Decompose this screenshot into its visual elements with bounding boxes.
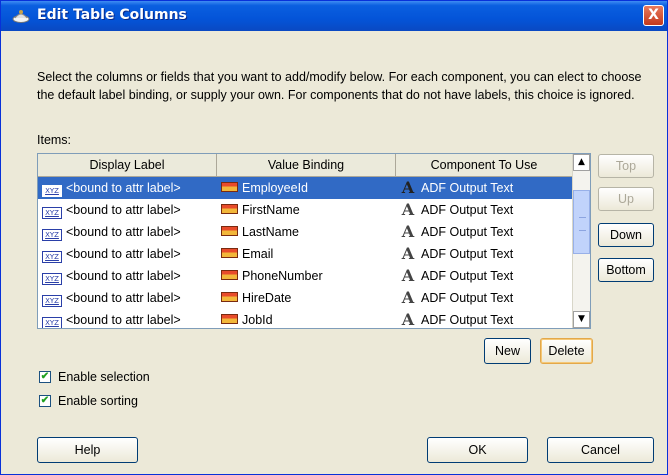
scroll-thumb[interactable] <box>573 190 590 254</box>
scroll-down-arrow-icon[interactable]: ▼ <box>573 311 590 328</box>
items-label: Items: <box>37 133 72 147</box>
adf-component-icon: A <box>401 222 415 241</box>
header-value-binding[interactable]: Value Binding <box>217 154 396 176</box>
component-cell[interactable]: ADF Output Text <box>421 313 513 327</box>
move-down-button[interactable]: Down <box>598 223 654 247</box>
table-row[interactable]: XYZ <bound to attr label> PhoneNumber A AD… <box>38 265 573 287</box>
enable-selection-label: Enable selection <box>58 370 150 384</box>
table-row[interactable]: XYZ <bound to attr label> LastName A ADF O… <box>38 221 573 243</box>
value-binding-cell[interactable]: EmployeeId <box>242 181 308 195</box>
vertical-scrollbar[interactable]: ▲ ▼ <box>572 154 590 328</box>
move-top-button[interactable]: Top <box>598 154 654 178</box>
value-binding-cell[interactable]: FirstName <box>242 203 300 217</box>
columns-table[interactable]: Display Label Value Binding Component To… <box>37 153 591 329</box>
table-header: Display Label Value Binding Component To… <box>38 154 573 177</box>
display-label-cell[interactable]: <bound to attr label> <box>66 313 181 327</box>
xyz-icon: XYZ <box>42 295 62 307</box>
component-cell[interactable]: ADF Output Text <box>421 291 513 305</box>
display-label-cell[interactable]: <bound to attr label> <box>66 269 181 283</box>
xyz-icon: XYZ <box>42 207 62 219</box>
xyz-icon: XYZ <box>42 229 62 241</box>
display-label-cell[interactable]: <bound to attr label> <box>66 203 181 217</box>
xyz-icon: XYZ <box>42 273 62 285</box>
component-cell[interactable]: ADF Output Text <box>421 181 513 195</box>
adf-component-icon: A <box>401 244 415 263</box>
checkmark-icon[interactable]: ✔ <box>39 395 51 407</box>
table-row[interactable]: XYZ <bound to attr label> JobId A ADF Outp… <box>38 309 573 329</box>
adf-component-icon: A <box>401 178 415 197</box>
scroll-up-arrow-icon[interactable]: ▲ <box>573 154 590 171</box>
value-binding-cell[interactable]: HireDate <box>242 291 291 305</box>
grip-icon <box>579 217 586 231</box>
attribute-binding-icon <box>221 292 238 302</box>
oracle-jdeveloper-icon <box>12 10 30 23</box>
enable-sorting-label: Enable sorting <box>58 394 138 408</box>
component-cell[interactable]: ADF Output Text <box>421 269 513 283</box>
instructions-text: Select the columns or fields that you wa… <box>37 70 642 102</box>
component-cell[interactable]: ADF Output Text <box>421 225 513 239</box>
attribute-binding-icon <box>221 182 238 192</box>
title-bar[interactable]: Edit Table Columns X <box>1 1 667 31</box>
close-button[interactable]: X <box>643 5 664 26</box>
value-binding-cell[interactable]: Email <box>242 247 273 261</box>
checkmark-icon[interactable]: ✔ <box>39 371 51 383</box>
table-row[interactable]: XYZ <bound to attr label> Email A ADF Outp… <box>38 243 573 265</box>
adf-component-icon: A <box>401 266 415 285</box>
table-row[interactable]: XYZ <bound to attr label> HireDate A ADF O… <box>38 287 573 309</box>
edit-table-columns-dialog: Edit Table Columns X Select the columns … <box>0 0 668 475</box>
component-cell[interactable]: ADF Output Text <box>421 203 513 217</box>
table-row[interactable]: XYZ <bound to attr label> EmployeeId A ADF… <box>38 177 573 199</box>
move-up-button[interactable]: Up <box>598 187 654 211</box>
cancel-button[interactable]: Cancel <box>547 437 654 463</box>
attribute-binding-icon <box>221 204 238 214</box>
value-binding-cell[interactable]: JobId <box>242 313 273 327</box>
xyz-icon: XYZ <box>42 317 62 328</box>
display-label-cell[interactable]: <bound to attr label> <box>66 225 181 239</box>
xyz-icon: XYZ <box>42 185 62 197</box>
attribute-binding-icon <box>221 248 238 258</box>
value-binding-cell[interactable]: PhoneNumber <box>242 269 323 283</box>
new-button[interactable]: New <box>484 338 531 364</box>
header-display-label[interactable]: Display Label <box>38 154 217 176</box>
adf-component-icon: A <box>401 200 415 219</box>
attribute-binding-icon <box>221 270 238 280</box>
move-bottom-button[interactable]: Bottom <box>598 258 654 282</box>
adf-component-icon: A <box>401 310 415 329</box>
component-cell[interactable]: ADF Output Text <box>421 247 513 261</box>
header-component-to-use[interactable]: Component To Use <box>396 154 573 176</box>
delete-button[interactable]: Delete <box>540 338 593 364</box>
value-binding-cell[interactable]: LastName <box>242 225 299 239</box>
attribute-binding-icon <box>221 314 238 324</box>
attribute-binding-icon <box>221 226 238 236</box>
display-label-cell[interactable]: <bound to attr label> <box>66 181 181 195</box>
xyz-icon: XYZ <box>42 251 62 263</box>
display-label-cell[interactable]: <bound to attr label> <box>66 247 181 261</box>
ok-button[interactable]: OK <box>427 437 528 463</box>
display-label-cell[interactable]: <bound to attr label> <box>66 291 181 305</box>
table-row[interactable]: XYZ <bound to attr label> FirstName A ADF … <box>38 199 573 221</box>
window-title: Edit Table Columns <box>37 7 187 23</box>
help-button[interactable]: Help <box>37 437 138 463</box>
adf-component-icon: A <box>401 288 415 307</box>
